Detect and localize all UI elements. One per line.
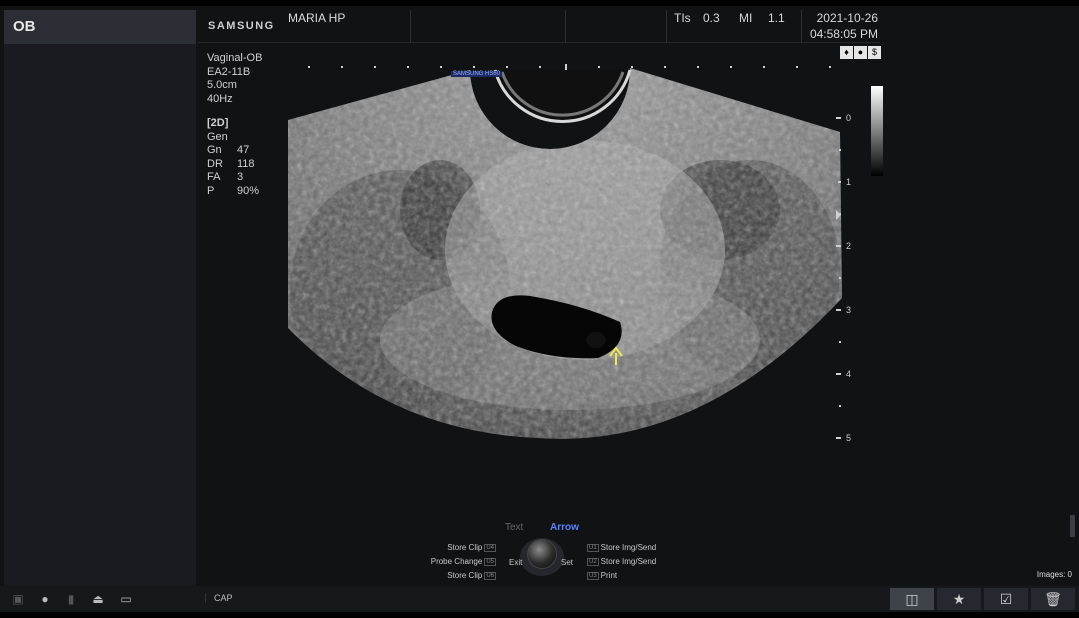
param-value: 3 xyxy=(237,171,244,183)
tab-arrow[interactable]: Arrow xyxy=(550,522,579,533)
mode-preset: Gen xyxy=(207,130,228,143)
image-count: Images: 0 xyxy=(1036,570,1072,579)
softkey-label: Store Img/Send xyxy=(600,543,657,552)
mi-value: 1.1 xyxy=(768,11,785,25)
depth-label: 1 xyxy=(846,177,852,187)
dual-view-button[interactable]: ◫ xyxy=(890,588,934,610)
set-label[interactable]: Set xyxy=(561,558,573,567)
tis-value: 0.3 xyxy=(703,11,720,25)
softkey-label: Print xyxy=(600,571,618,580)
preset-name: Vaginal-OB xyxy=(207,52,263,64)
favorite-star-icon[interactable]: ★ xyxy=(937,588,981,610)
param-label: P xyxy=(207,184,215,197)
param-label: Gn xyxy=(207,144,222,156)
status-icons: ♦ ● $ xyxy=(840,46,881,59)
header-underline xyxy=(198,42,880,43)
softkey-u2[interactable]: U2 Store Img/Send xyxy=(585,557,656,566)
tab-text[interactable]: Text xyxy=(505,522,523,533)
mode-params: [2D] Gen Gn 47 DR 118 FA 3 P 90% xyxy=(207,117,277,198)
softkey-label: Store Clip xyxy=(447,571,483,580)
lateral-scale xyxy=(308,64,831,70)
probe-info: Vaginal-OB EA2-11B 5.0cm 40Hz xyxy=(207,52,262,106)
probe-icon: ♦ xyxy=(840,46,853,59)
ultrasound-image[interactable] xyxy=(280,60,880,460)
monitor-icon[interactable]: ▭ xyxy=(119,592,133,606)
param-label: DR xyxy=(207,157,223,170)
exam-date: 2021-10-26 xyxy=(816,11,878,25)
depth-label: 4 xyxy=(846,369,852,379)
mi-label: MI xyxy=(739,11,753,25)
param-value: 90% xyxy=(237,184,260,197)
softkey-key: U6 xyxy=(484,571,496,580)
mode-label: [2D] xyxy=(207,117,229,129)
save-icon: $ xyxy=(868,46,881,59)
depth-label: 5 xyxy=(846,433,852,443)
softkey-label: Store Img/Send xyxy=(600,557,657,566)
grayscale-bar xyxy=(871,86,883,176)
probe-orientation-marker: SAMSUNG HS60 xyxy=(451,71,503,77)
exit-label[interactable]: Exit xyxy=(509,558,522,567)
softkey-key: U1 xyxy=(587,543,599,552)
softkey-u1[interactable]: U1 Store Img/Send xyxy=(585,543,656,552)
softkey-u5[interactable]: Probe Change U5 xyxy=(420,557,498,566)
softkey-label: Probe Change xyxy=(430,557,483,566)
left-panel: OB xyxy=(4,10,196,588)
header-divider xyxy=(666,10,667,42)
trackball-knob[interactable] xyxy=(527,539,557,569)
depth-label: 3 xyxy=(846,305,852,315)
depth-value: 5.0cm xyxy=(207,79,237,91)
mode-tab-label: OB xyxy=(13,18,36,35)
param-row: FA 3 xyxy=(207,171,277,185)
header-divider xyxy=(565,10,566,42)
tis-label: TIs xyxy=(674,11,691,25)
softkey-u4[interactable]: Store Clip U4 xyxy=(430,543,498,552)
mode-tab-ob[interactable]: OB xyxy=(4,10,196,44)
softkey-label: Store Clip xyxy=(447,543,483,552)
scrollbar[interactable] xyxy=(1070,515,1075,537)
trash-icon[interactable]: 🗑 xyxy=(1031,588,1075,610)
param-value: 118 xyxy=(237,157,255,170)
screen-icon[interactable]: ▣ xyxy=(11,592,25,606)
select-check-icon[interactable]: ☑ xyxy=(984,588,1028,610)
cap-label[interactable]: CAP xyxy=(205,593,233,603)
frame-rate: 40Hz xyxy=(207,92,233,105)
patient-name[interactable]: MARIA HP xyxy=(288,11,345,25)
softkey-key: U4 xyxy=(484,543,496,552)
param-value: 47 xyxy=(237,144,250,156)
depth-label: 0 xyxy=(846,113,852,123)
brand-logo: SAMSUNG xyxy=(208,20,275,32)
softkey-key: U5 xyxy=(484,557,496,566)
param-row: P 90% xyxy=(207,185,277,199)
param-row: Gn 47 xyxy=(207,144,277,158)
exam-time: 04:58:05 PM xyxy=(809,27,878,41)
param-label: FA xyxy=(207,171,221,183)
record-icon[interactable]: ● xyxy=(38,592,52,606)
probe-model: EA2-11B xyxy=(207,65,251,78)
softkey-key: U3 xyxy=(587,571,599,580)
fetus-icon: ● xyxy=(854,46,867,59)
softkey-key: U2 xyxy=(587,557,599,566)
header-divider xyxy=(410,10,411,42)
softkey-u6[interactable]: Store Clip U6 xyxy=(430,571,498,580)
depth-label: 2 xyxy=(846,241,852,251)
usb-icon[interactable]: ▮ xyxy=(64,592,78,606)
softkey-u3[interactable]: U3 Print xyxy=(585,571,617,580)
eject-icon[interactable]: ⏏ xyxy=(91,592,105,606)
param-row: DR 118 xyxy=(207,158,277,172)
